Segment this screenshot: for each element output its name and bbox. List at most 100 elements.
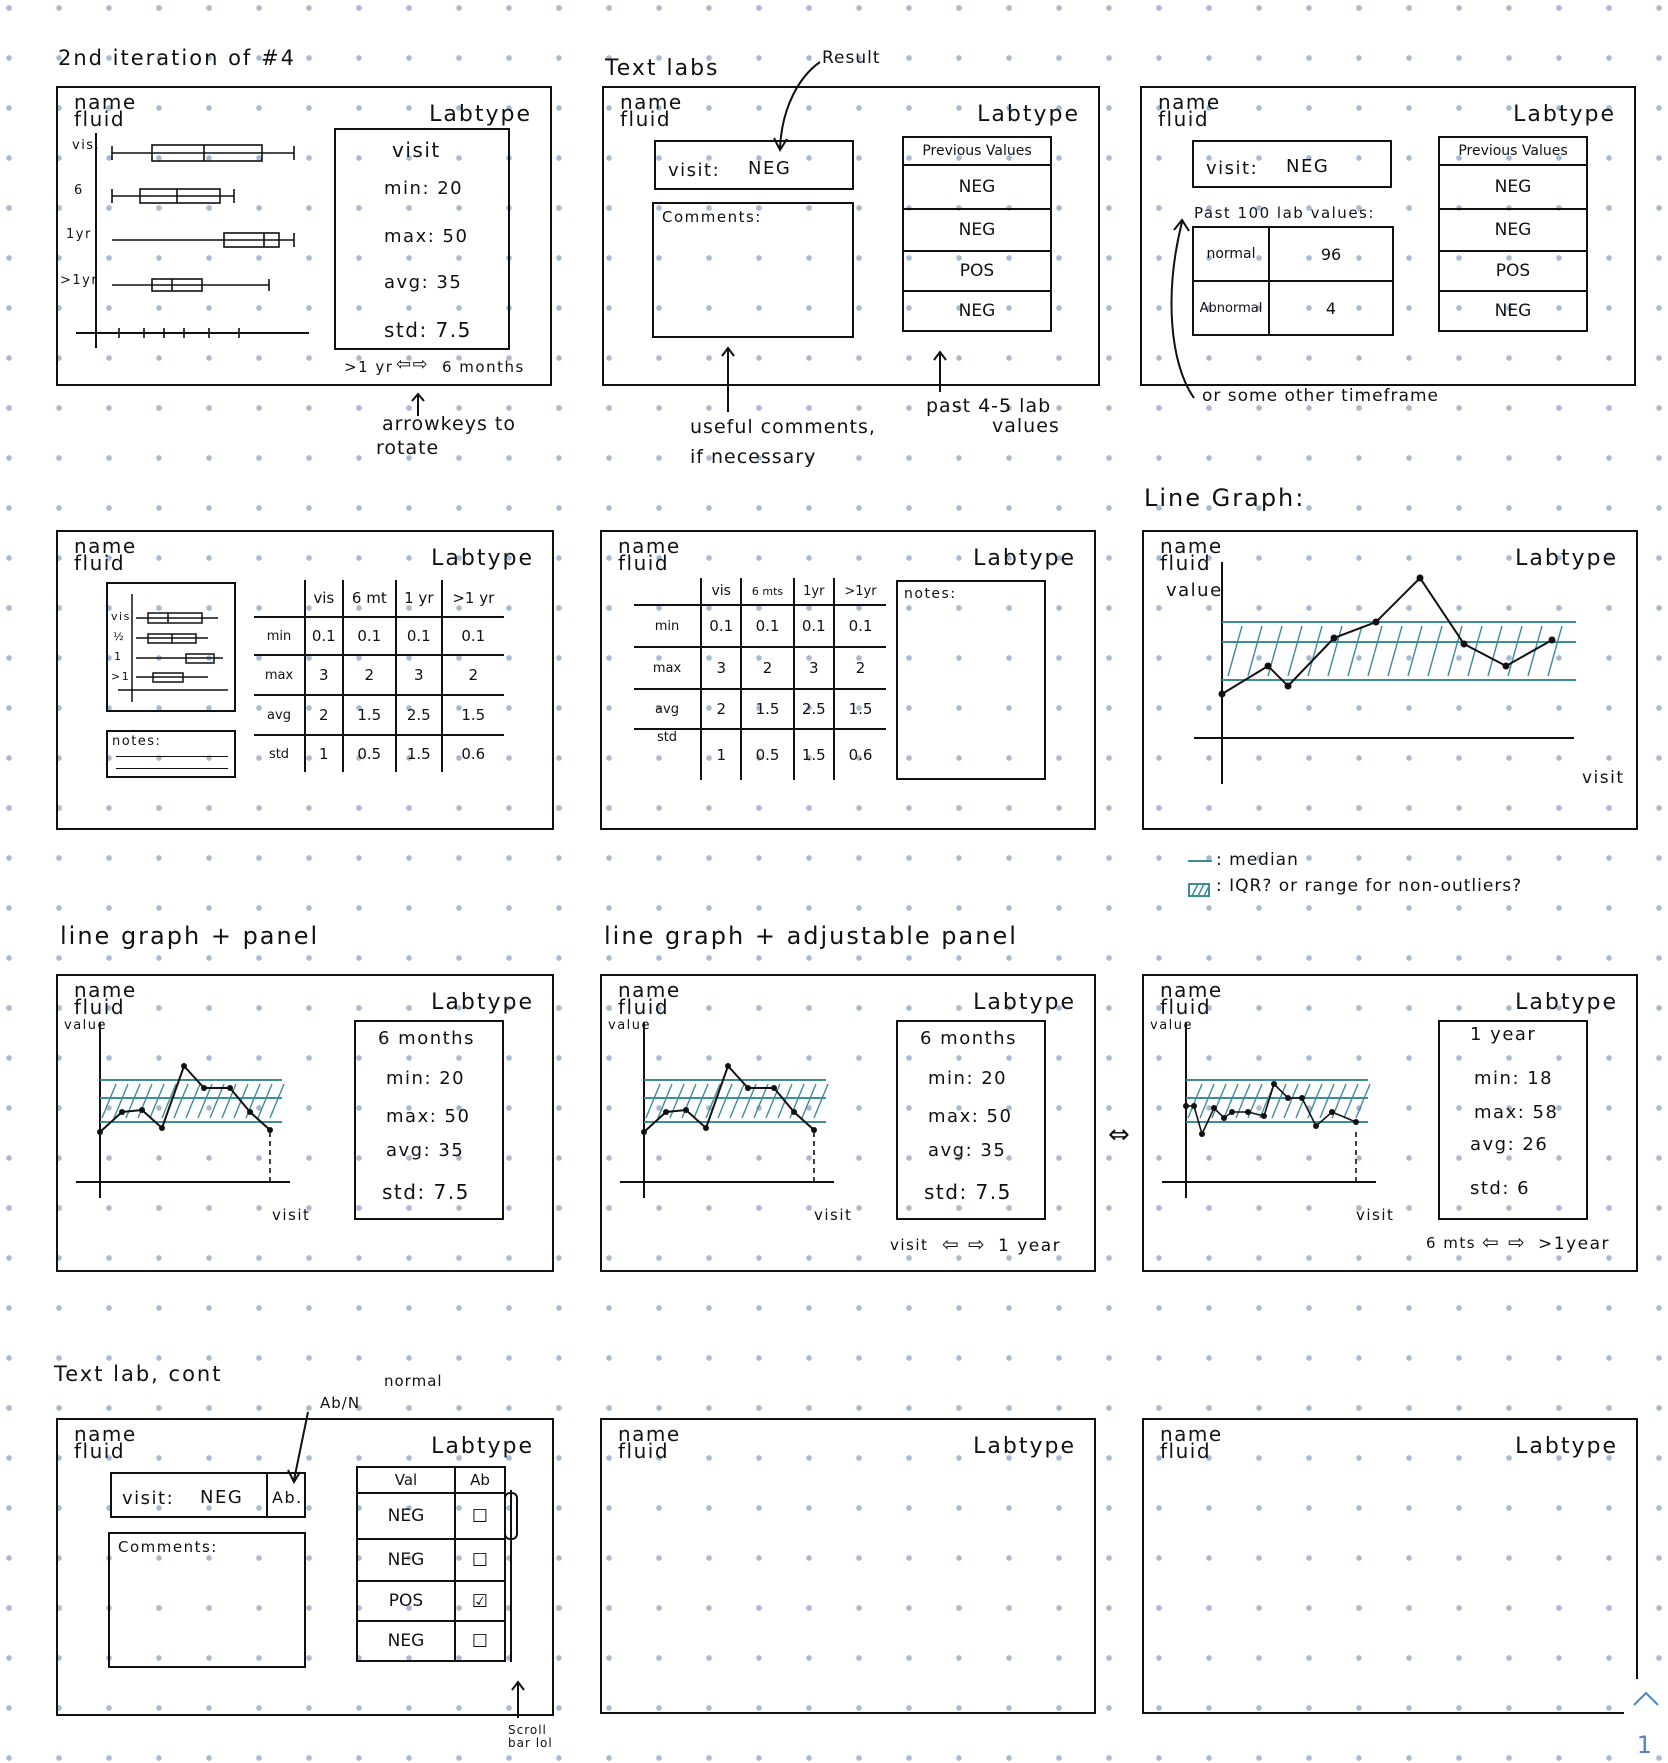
stats-title: 6 months [378, 1028, 475, 1049]
annotation-line-2: bar lol [508, 1736, 553, 1750]
table-cell: 1.5 [833, 688, 886, 730]
table-cell: 0.1 [304, 616, 344, 656]
labtype-label: Labtype [429, 102, 532, 127]
patient-name-fluid: name fluid [74, 92, 137, 129]
labtype-label: Labtype [1513, 102, 1616, 127]
nav-left-label[interactable]: >1 yr [344, 358, 393, 376]
iqr-hatch [269, 1083, 285, 1119]
previous-values-header: Previous Values [1438, 136, 1588, 166]
table-cell: 2.5 [792, 688, 836, 730]
previous-values-table: Previous Values NEG NEG POS NEG [902, 136, 1052, 332]
title-iteration: 2nd iteration of #4 [58, 46, 296, 70]
abnormal-checkbox[interactable]: ☐ [454, 1492, 506, 1540]
notes-box[interactable]: notes: [106, 730, 236, 778]
iqr-hatch [753, 1083, 769, 1119]
stat-std: std: 7.5 [924, 1180, 1012, 1204]
legend-iqr-icon [1188, 883, 1210, 897]
data-point [1372, 618, 1380, 626]
boxplot-chart [76, 133, 309, 348]
stat-avg: avg: 26 [1470, 1134, 1549, 1155]
visit-label: visit: [122, 1488, 175, 1509]
table-cell: 2 [833, 646, 886, 690]
abnormal-flag: Ab. [272, 1488, 303, 1507]
scroll-to-top-button[interactable] [1624, 1679, 1668, 1723]
table-cell: 0.5 [341, 734, 398, 772]
iqr-hatch [1187, 1083, 1203, 1119]
stat-max: max: 50 [386, 1106, 471, 1127]
nav-left-label[interactable]: 6 mts [1426, 1234, 1476, 1252]
panel-text-labs: name fluid Labtype visit: NEG Comments: P… [602, 86, 1100, 386]
iqr-hatch [1547, 625, 1563, 677]
table-cell: 1 [699, 728, 743, 780]
stats-table: vis 6 mt 1 yr >1 yr min 0.1 0.1 0.1 0.1 … [254, 580, 504, 772]
panel-table-notes: name fluid Labtype vis 6 mts 1yr >1yr min… [600, 530, 1096, 830]
iqr-hatch [1327, 625, 1343, 677]
table-cell: 2.5 [395, 694, 443, 736]
annotation-arrow-past-icon [933, 350, 947, 392]
visit-label: visit: [1206, 158, 1259, 179]
nav-arrows-icon[interactable]: ⇦ ⇨ [942, 1232, 986, 1256]
table-cell: 1 [304, 734, 344, 772]
values-table: Val Ab NEG ☐ NEG ☐ POS ☑ NEG ☐ [356, 1466, 506, 1662]
stats-title: visit [392, 138, 441, 162]
stats-box: 1 year min: 18 max: 58 avg: 26 std: 6 [1438, 1020, 1588, 1220]
nav-left-label[interactable]: visit [890, 1236, 928, 1254]
notes-label: notes: [904, 586, 957, 602]
nav-arrows-icon[interactable]: ⇦ ⇨ [1482, 1230, 1526, 1254]
row-header: std [254, 734, 306, 772]
annotation-arrow-comments-icon [721, 346, 735, 412]
stats-title: 6 months [920, 1028, 1017, 1049]
stats-box: 6 months min: 20 max: 50 avg: 35 std: 7.… [896, 1020, 1046, 1220]
nav-right-label[interactable]: 6 months [442, 358, 525, 376]
abnormal-checkbox[interactable]: ☐ [454, 1620, 506, 1662]
table-cell: 0.1 [740, 604, 795, 648]
abnormal-checkbox[interactable]: ☐ [454, 1538, 506, 1582]
comments-box[interactable]: Comments: [108, 1532, 306, 1668]
annotation-ab-n: Ab/N [320, 1394, 361, 1412]
visit-label: visit: [668, 160, 721, 181]
table-cell: 3 [792, 646, 836, 690]
patient-name-fluid: name fluid [618, 536, 681, 573]
abnormal-checkbox[interactable]: ☑ [454, 1580, 506, 1622]
annotation-arrowkeys: arrowkeys to rotate [376, 412, 516, 460]
data-point [97, 1129, 103, 1135]
table-cell: 2 [699, 688, 743, 730]
data-point [683, 1107, 689, 1113]
table-cell: 0.1 [341, 616, 398, 656]
mini-row-label: >1 [111, 670, 131, 683]
nav-right-label[interactable]: 1 year [998, 1236, 1061, 1256]
iqr-hatch [669, 1083, 685, 1119]
data-point [1264, 662, 1272, 670]
data-point [1299, 1095, 1305, 1101]
notes-box[interactable]: notes: [896, 580, 1046, 780]
previous-value: NEG [1438, 164, 1588, 210]
nav-right-label[interactable]: >1year [1538, 1234, 1610, 1254]
iqr-hatch [1407, 625, 1423, 677]
row-label-normal: normal [1192, 226, 1270, 282]
table-cell: 1.5 [395, 734, 443, 772]
scrollbar-thumb[interactable] [504, 1492, 518, 1540]
col-header: 6 mts [740, 578, 795, 606]
data-point [725, 1063, 731, 1069]
notes-line [116, 768, 228, 769]
iqr-hatch [729, 1083, 745, 1119]
iqr-hatch [209, 1083, 225, 1119]
table-cell: 3 [304, 654, 344, 696]
data-point [1245, 1109, 1251, 1115]
data-point [791, 1109, 797, 1115]
row-header: avg [254, 694, 306, 736]
nav-arrows-icon[interactable]: ⇦⇨ [396, 354, 429, 375]
visit-value: NEG [1286, 156, 1330, 177]
iqr-hatch [125, 1083, 141, 1119]
page-number: 1 [1636, 1731, 1652, 1759]
title-line-graph-adjustable: line graph + adjustable panel [604, 922, 1018, 950]
iqr-hatch [1283, 1083, 1299, 1119]
table-corner [634, 578, 701, 605]
data-point [139, 1107, 145, 1113]
data-point [201, 1085, 207, 1091]
line-graph-chart [1162, 1022, 1376, 1198]
comments-box[interactable]: Comments: [652, 202, 854, 338]
table-cell: 0.1 [699, 604, 743, 648]
data-point [1548, 636, 1556, 644]
iqr-hatch [1467, 625, 1483, 677]
